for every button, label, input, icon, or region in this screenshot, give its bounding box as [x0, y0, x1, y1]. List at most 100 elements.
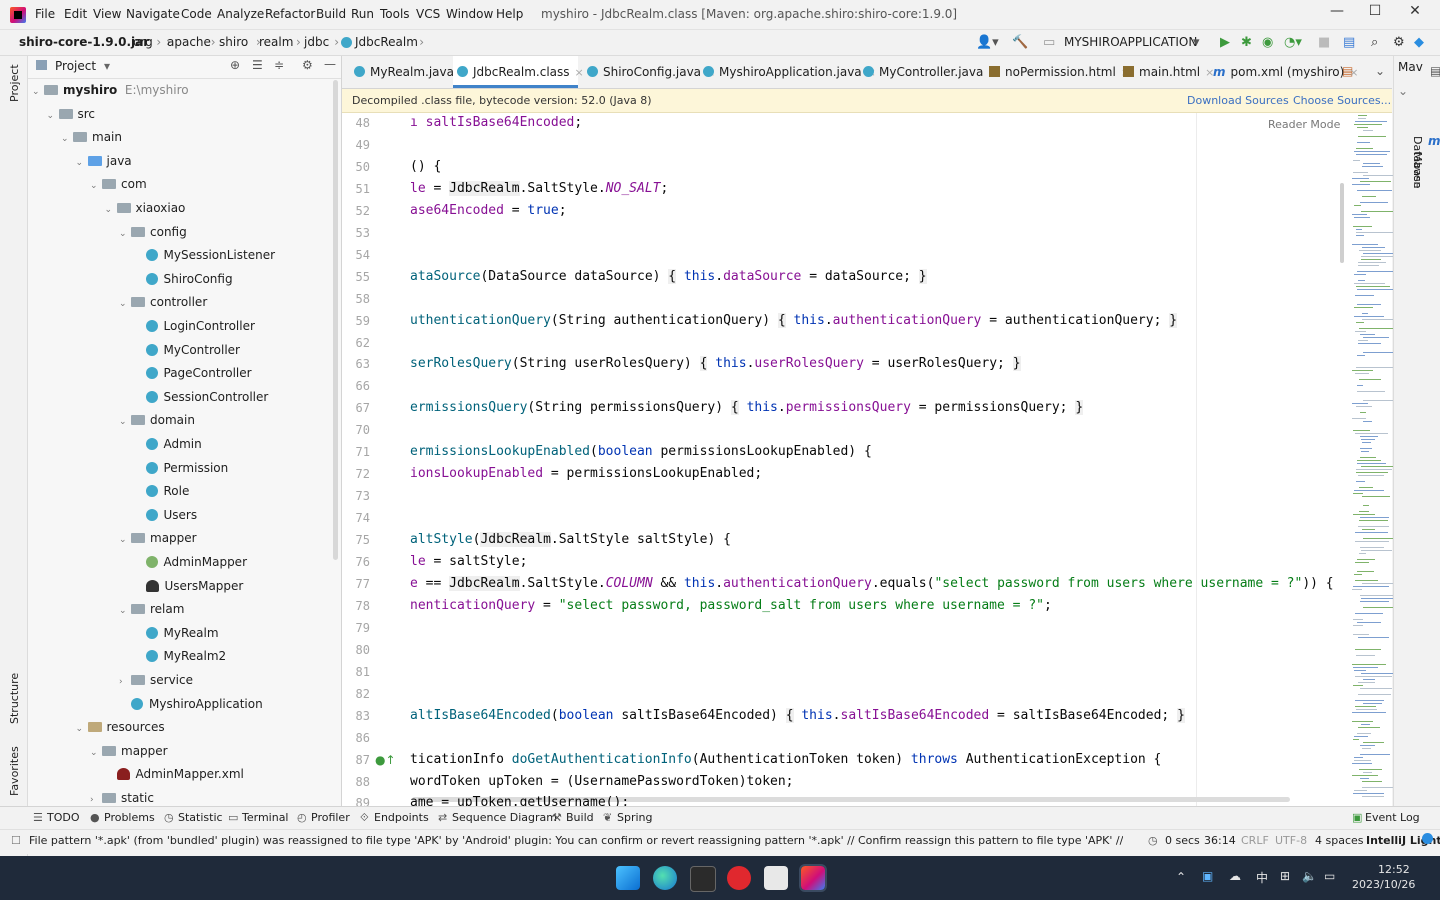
tree-item[interactable]: ⌄ src	[47, 103, 96, 125]
tree-item[interactable]: Admin	[134, 433, 202, 455]
menu-run[interactable]: Run	[351, 7, 374, 21]
tree-item[interactable]: ⌄ mapper	[119, 527, 197, 549]
tree-item[interactable]: Permission	[134, 457, 228, 479]
search-icon[interactable]: ⌕	[1371, 35, 1378, 50]
project-tool-tab[interactable]: Project	[8, 64, 21, 102]
code-line[interactable]: ı saltIsBase64Encoded;	[410, 115, 582, 130]
tree-item[interactable]: ⌄ relam	[119, 598, 184, 620]
network-icon[interactable]: ⊞	[1280, 869, 1290, 883]
chevron-down-icon[interactable]: ⌄	[76, 152, 88, 174]
code-line[interactable]: ame = upToken.getUsername();	[410, 795, 629, 806]
code-line[interactable]: uthenticationQuery(String authentication…	[410, 312, 1178, 328]
chevron-down-icon[interactable]: ⌄	[119, 529, 131, 551]
code-minimap[interactable]	[1348, 113, 1402, 803]
chevron-down-icon[interactable]: ⌄	[119, 293, 131, 315]
user-icon[interactable]: 👤▾	[976, 35, 999, 50]
tree-item[interactable]: MyshiroApplication	[119, 693, 263, 715]
tree-item[interactable]: › service	[119, 669, 193, 691]
run-icon[interactable]: ▶	[1220, 35, 1230, 50]
code-line[interactable]: ataSource(DataSource dataSource) { this.…	[410, 268, 927, 284]
windows-start-icon[interactable]	[616, 866, 640, 890]
coverage-icon[interactable]: ◉	[1262, 35, 1273, 50]
tool-window-tab[interactable]: Problems	[104, 811, 155, 824]
menu-help[interactable]: Help	[496, 7, 523, 21]
menu-edit[interactable]: Edit	[64, 7, 87, 21]
breadcrumb-item[interactable]: jdbc	[304, 35, 329, 49]
status-square-icon[interactable]: ☐	[11, 834, 21, 847]
maven-tool-tab[interactable]: Maven	[1411, 152, 1424, 188]
menu-refactor[interactable]: Refactor	[265, 7, 315, 21]
code-editor[interactable]: 48 49 50 51 52 53 54 55 58 59 62 63 66 67 70 71 72 73 74 75…	[342, 113, 1392, 806]
editor-tab[interactable]: noPermission.html×	[985, 56, 1130, 88]
choose-sources-link[interactable]: Choose Sources...	[1293, 94, 1391, 107]
structure-tool-tab[interactable]: Structure	[8, 673, 21, 724]
tree-item[interactable]: MyRealm2	[134, 645, 226, 667]
close-tab-icon[interactable]: ×	[1349, 66, 1358, 79]
tool-window-tab[interactable]: Spring	[617, 811, 653, 824]
code-line[interactable]: wordToken upToken = (UsernamePasswordTok…	[410, 774, 794, 789]
menu-navigate[interactable]: Navigate	[126, 7, 180, 21]
caret-position[interactable]: 36:14	[1204, 834, 1236, 847]
code-line[interactable]: e == JdbcRealm.SaltStyle.COLUMN && this.…	[410, 575, 1334, 591]
chevron-down-icon[interactable]: ⌄	[90, 742, 102, 764]
tree-item[interactable]: ShiroConfig	[134, 268, 233, 290]
stop-icon[interactable]: ■	[1318, 35, 1330, 50]
tree-item[interactable]: MyRealm	[134, 622, 219, 644]
tree-item[interactable]: MyController	[134, 339, 240, 361]
chevron-down-icon[interactable]: ⌄	[1375, 64, 1385, 78]
code-line[interactable]: () {	[410, 159, 441, 174]
event-log-tab[interactable]: Event Log	[1365, 811, 1420, 824]
tree-item[interactable]: Users	[134, 504, 197, 526]
file-encoding[interactable]: UTF-8	[1275, 834, 1307, 847]
tree-item[interactable]: ⌄ controller	[119, 291, 207, 313]
close-window-button[interactable]: ✕	[1400, 3, 1430, 23]
chevron-down-icon[interactable]: ⌄	[76, 718, 88, 740]
menu-vcs[interactable]: VCS	[416, 7, 440, 21]
chevron-down-icon[interactable]: ▾	[1193, 35, 1200, 50]
gear-icon[interactable]: ⚙	[302, 58, 313, 72]
tool-window-tab[interactable]: Sequence Diagram	[452, 811, 557, 824]
code-line[interactable]: le = saltStyle;	[410, 554, 527, 569]
tree-item[interactable]: PageController	[134, 362, 252, 384]
tool-window-tab[interactable]: Endpoints	[374, 811, 429, 824]
tree-item[interactable]: UsersMapper	[134, 575, 243, 597]
chevron-down-icon[interactable]: ⌄	[90, 175, 102, 197]
code-line[interactable]: ase64Encoded = true;	[410, 203, 567, 218]
chevron-down-icon[interactable]: ⌄	[119, 600, 131, 622]
editor-tab[interactable]: main.html ×	[1119, 56, 1214, 88]
chevron-down-icon[interactable]: ⌄	[32, 81, 44, 103]
clock-time[interactable]: 12:52	[1378, 863, 1410, 876]
breadcrumb-item[interactable]: realm	[259, 35, 293, 49]
menu-code[interactable]: Code	[181, 7, 212, 21]
editor-tab[interactable]: MyshiroApplication.java×	[699, 56, 876, 88]
code-line[interactable]: le = JdbcRealm.SaltStyle.NO_SALT;	[410, 180, 668, 196]
profile-icon[interactable]: ◔▾	[1284, 35, 1302, 50]
tool-window-tab[interactable]: TODO	[47, 811, 80, 824]
breadcrumb-item[interactable]: apache	[167, 35, 211, 49]
editor-tab[interactable]: ShiroConfig.java×	[583, 56, 715, 88]
netease-music-icon[interactable]	[727, 866, 751, 890]
breadcrumb-item[interactable]: shiro	[219, 35, 248, 49]
tool-window-tab[interactable]: Terminal	[242, 811, 289, 824]
app-icon[interactable]	[690, 866, 716, 892]
override-gutter-icon[interactable]: ●↑	[375, 753, 396, 767]
maximize-button[interactable]: ☐	[1360, 3, 1390, 23]
chevron-down-icon[interactable]: ⌄	[119, 411, 131, 433]
tree-item[interactable]: ⌄ domain	[119, 409, 195, 431]
tree-item[interactable]: ⌄ main	[61, 126, 122, 148]
maven-panel-title[interactable]: Mav	[1398, 60, 1423, 74]
code-line[interactable]: serRolesQuery(String userRolesQuery) { t…	[410, 356, 1021, 372]
status-message[interactable]: File pattern '*.apk' (from 'bundled' plu…	[29, 834, 1123, 847]
editor-scrollbar[interactable]	[1340, 183, 1344, 263]
tool-window-tab[interactable]: Build	[566, 811, 594, 824]
tree-item[interactable]: ⌄ mapper	[90, 740, 168, 762]
settings-gear-icon[interactable]: ⚙	[1393, 35, 1405, 50]
chevron-down-icon[interactable]: ⌄	[61, 128, 73, 150]
menu-tools[interactable]: Tools	[380, 7, 410, 21]
editor-tab[interactable]: m pom.xml (myshiro) ×	[1209, 56, 1359, 88]
tree-item[interactable]: Role	[134, 480, 189, 502]
tree-item[interactable]: AdminMapper.xml	[105, 763, 244, 785]
tree-item[interactable]: AdminMapper	[134, 551, 247, 573]
build-hammer-icon[interactable]: 🔨	[1012, 35, 1028, 50]
editor-tab[interactable]: JdbcRealm.class ×	[453, 56, 584, 88]
